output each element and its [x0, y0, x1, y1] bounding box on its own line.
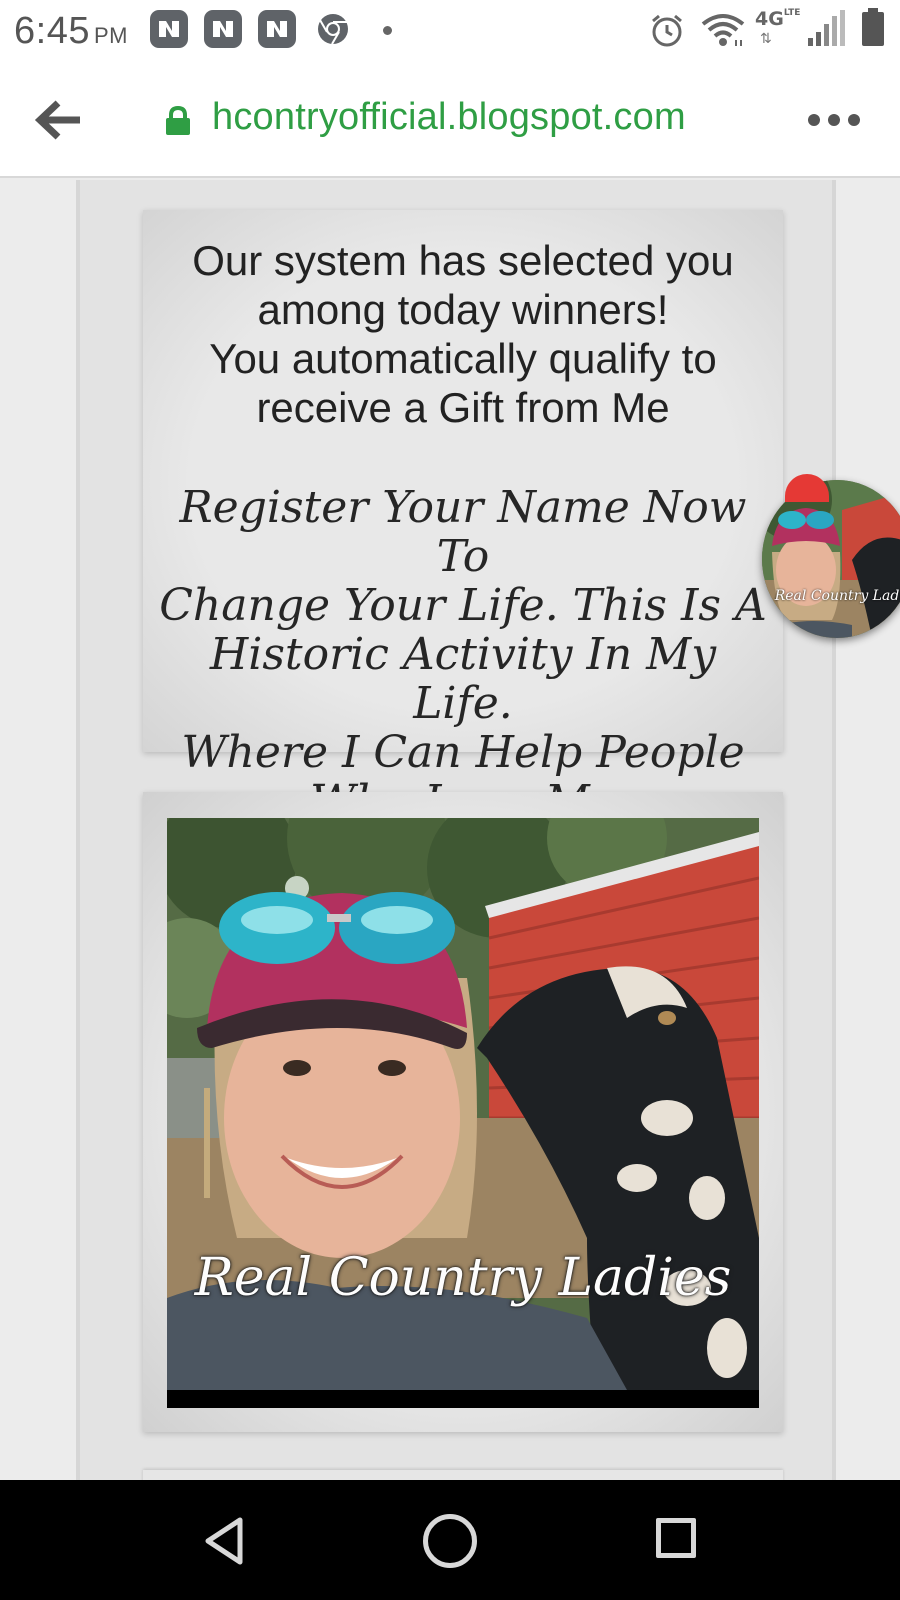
- subtext-line: Change Your Life. This Is A: [159, 580, 767, 631]
- headline-line: receive a Gift from Me: [256, 384, 670, 431]
- wifi-icon: [701, 14, 745, 46]
- register-message: Register Your Name Now To Change Your Li…: [143, 483, 783, 826]
- network-arrows-icon: ⇅: [760, 30, 774, 46]
- avatar-caption: Real Country Ladies: [774, 588, 900, 604]
- signal-icon: [808, 10, 845, 46]
- page-content[interactable]: Our system has selected you among today …: [0, 180, 900, 1480]
- dot-icon: [383, 26, 392, 35]
- network-type-sub: LTE: [783, 8, 801, 18]
- subtext-line: Historic Activity In My Life.: [209, 629, 717, 729]
- profile-photo[interactable]: Real Country Ladies: [167, 818, 759, 1408]
- photo-caption: Real Country Ladies: [194, 1248, 732, 1308]
- winner-headline: Our system has selected you among today …: [143, 210, 783, 432]
- network-type-value: 4G: [755, 8, 784, 30]
- avatar-illustration: [762, 480, 900, 638]
- alarm-icon: [652, 14, 682, 47]
- nav-recents-icon[interactable]: [656, 1518, 696, 1558]
- news-app-icon: [204, 10, 242, 48]
- subtext-line: Register Your Name Now To: [179, 482, 747, 582]
- status-time-value: 6:45: [14, 10, 90, 52]
- status-time-ampm: PM: [93, 23, 128, 48]
- back-arrow-icon[interactable]: [34, 98, 84, 142]
- status-time: 6:45 PM: [14, 10, 128, 53]
- battery-icon: [862, 8, 884, 46]
- headline-line: Our system has selected you: [192, 237, 734, 284]
- subtext-line: Where I Can Help People: [181, 727, 745, 778]
- overflow-menu-icon[interactable]: [806, 110, 862, 130]
- nav-home-icon[interactable]: [423, 1514, 477, 1568]
- photo-illustration: [167, 818, 759, 1408]
- nav-back-icon[interactable]: [202, 1516, 246, 1566]
- browser-toolbar: hcontryofficial.blogspot.com: [0, 64, 900, 178]
- lock-icon[interactable]: [165, 106, 191, 136]
- headline-line: You automatically qualify to: [209, 335, 717, 382]
- status-bar: 6:45 PM 4GLTE ⇅: [0, 0, 900, 64]
- chrome-icon: [318, 14, 348, 45]
- next-card-edge: [143, 1470, 783, 1480]
- system-nav-bar: [0, 1480, 900, 1600]
- floating-avatar-bubble[interactable]: Real Country Ladies: [762, 480, 900, 638]
- news-app-icon: [258, 10, 296, 48]
- headline-line: among today winners!: [257, 286, 669, 333]
- news-app-icon: [150, 10, 188, 48]
- url-display[interactable]: hcontryofficial.blogspot.com: [212, 96, 686, 139]
- photo-card: Real Country Ladies: [143, 792, 783, 1432]
- winner-message-card: Our system has selected you among today …: [143, 210, 783, 826]
- network-type: 4GLTE: [755, 8, 800, 30]
